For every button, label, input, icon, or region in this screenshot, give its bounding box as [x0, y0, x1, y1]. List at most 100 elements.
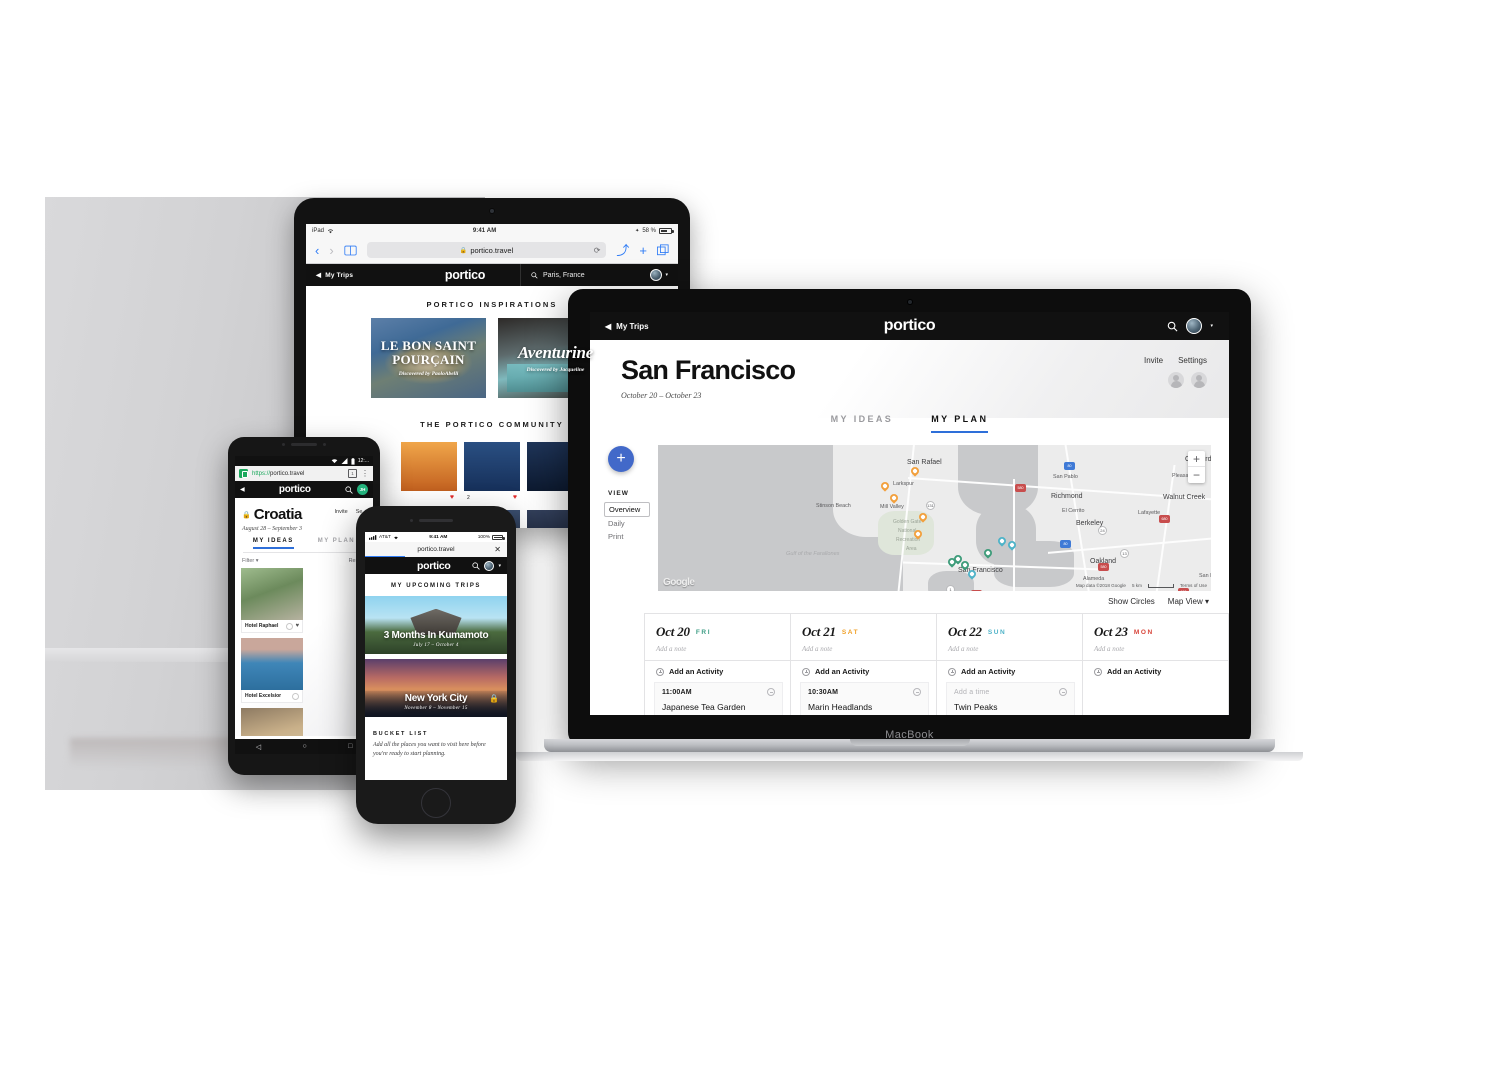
activity-time[interactable]: 10:30AM [808, 689, 838, 696]
tab-my-ideas[interactable]: MY IDEAS [831, 414, 894, 433]
map-pin-teal[interactable] [996, 535, 1008, 548]
activity-time[interactable]: Add a time [954, 689, 989, 696]
chevron-left-icon[interactable]: ‹ [315, 244, 319, 257]
ipad-logo[interactable]: portico [410, 268, 520, 282]
view-option-daily[interactable]: Daily [604, 517, 658, 530]
chevron-down-icon[interactable]: ▾ [498, 563, 501, 569]
tab-my-plan[interactable]: MY PLAN [318, 538, 355, 549]
view-option-overview[interactable]: Overview [604, 502, 650, 517]
reload-icon[interactable]: ⟳ [594, 246, 601, 255]
close-icon[interactable]: ✕ [494, 545, 501, 554]
add-note-input[interactable]: Add a note [802, 645, 926, 653]
trip-map[interactable]: San Rafael San Pablo Richmond Larkspur El Ce… [658, 445, 1211, 591]
add-activity-button[interactable]: Add an Activity [937, 660, 1082, 682]
inspiration-card[interactable]: LE BON SAINT POURÇAIN Discovered by Paol… [371, 318, 486, 398]
settings-button[interactable]: Settings [1178, 356, 1207, 365]
ipad-search-input[interactable]: Paris, France [520, 264, 650, 286]
activity-item[interactable]: Add a time Twin Peaks [946, 682, 1075, 715]
triangle-back-icon[interactable]: ◁ [256, 743, 261, 751]
add-activity-button[interactable]: Add an Activity [1083, 660, 1228, 682]
activity-item[interactable]: 10:30AM Marin Headlands [800, 682, 929, 715]
remove-activity-icon[interactable] [913, 688, 921, 696]
show-circles-toggle[interactable]: Show Circles [1108, 597, 1155, 606]
map-pin-teal[interactable] [966, 568, 978, 581]
heart-icon[interactable]: ♥ [513, 494, 517, 501]
ipad-account-menu[interactable]: ▾ [650, 269, 678, 281]
trip-card-name: New York City [404, 693, 468, 704]
search-icon[interactable] [1167, 321, 1178, 332]
community-card-likes: 2 [467, 494, 470, 501]
idea-card[interactable]: Proto ♥ [241, 708, 303, 736]
map-terms-link[interactable]: Terms of Use [1180, 583, 1207, 588]
circle-home-icon[interactable]: ○ [302, 743, 306, 750]
remove-activity-icon[interactable] [767, 688, 775, 696]
search-icon[interactable] [345, 485, 353, 494]
android-logo[interactable]: portico [245, 484, 345, 495]
iphone-battery-label: 100% [477, 534, 490, 540]
trip-card[interactable]: 3 Months In Kumamoto July 17 – October 4 [365, 596, 507, 654]
add-note-input[interactable]: Add a note [948, 645, 1072, 653]
remove-activity-icon[interactable] [1059, 688, 1067, 696]
plus-icon[interactable]: + [639, 244, 647, 257]
minus-circle-icon[interactable] [286, 622, 294, 630]
add-activity-button[interactable]: Add an Activity [791, 660, 936, 682]
map-pin-orange[interactable] [912, 528, 924, 541]
app-logo[interactable]: portico [790, 317, 1029, 335]
filter-dropdown[interactable]: Filter ▾ [242, 558, 259, 564]
search-icon[interactable] [472, 561, 481, 570]
view-option-print[interactable]: Print [604, 530, 658, 543]
add-activity-button[interactable]: Add an Activity [645, 660, 790, 682]
community-card[interactable]: ♥ [401, 442, 457, 504]
tabs-icon[interactable] [657, 244, 669, 256]
collaborator-avatar[interactable] [1168, 372, 1184, 388]
community-card[interactable]: 2 ♥ [464, 442, 520, 504]
avatar[interactable] [484, 560, 495, 571]
map-pin-green[interactable] [982, 547, 994, 560]
chevron-right-icon[interactable]: › [329, 244, 333, 257]
highway-shield-icon: 580 [1015, 484, 1026, 492]
inspiration-card[interactable]: Aventurine Discovered by Jacqueline [498, 318, 613, 398]
back-to-trips-button[interactable]: ◀ My Trips [590, 322, 790, 331]
map-zoom-controls[interactable]: + − [1188, 451, 1205, 483]
address-bar[interactable]: 🔒 portico.travel ⟳ [366, 242, 607, 258]
map-scale-label: 5 km [1131, 583, 1142, 588]
avatar[interactable]: JH [357, 484, 368, 495]
inspiration-title-2: POURÇAIN [392, 352, 465, 367]
zoom-in-button[interactable]: + [1188, 451, 1205, 467]
heart-icon[interactable]: ♥ [295, 623, 299, 629]
iphone-screen: AT&T 9:41 AM 100% portico.travel ✕ porti… [365, 532, 507, 780]
add-button[interactable]: + [608, 446, 634, 472]
avatar[interactable] [1186, 318, 1203, 334]
square-recents-icon[interactable]: □ [348, 743, 352, 750]
activity-item[interactable]: 11:00AM Japanese Tea Garden [654, 682, 783, 715]
map-pin-orange[interactable] [888, 492, 900, 505]
chrome-omnibox[interactable]: https://portico.travel 1 ⋮ [235, 466, 373, 481]
minus-circle-icon[interactable] [292, 692, 299, 700]
invite-button[interactable]: Invite [335, 509, 348, 515]
map-pin-orange[interactable] [879, 480, 891, 493]
tab-my-plan[interactable]: MY PLAN [931, 414, 989, 433]
invite-button[interactable]: Invite [1144, 356, 1163, 365]
add-note-input[interactable]: Add a note [656, 645, 780, 653]
map-view-dropdown[interactable]: Map View ▾ [1168, 597, 1209, 606]
iphone-home-button[interactable] [421, 788, 451, 818]
iphone-address-bar[interactable]: portico.travel ✕ [365, 542, 507, 557]
activity-time[interactable]: 11:00AM [662, 689, 692, 696]
heart-icon[interactable]: ♥ [450, 494, 454, 501]
add-note-input[interactable]: Add a note [1094, 645, 1218, 653]
zoom-out-button[interactable]: − [1188, 467, 1205, 483]
map-pin-orange[interactable] [909, 465, 921, 478]
idea-card[interactable]: Hotel Excelsior [241, 638, 303, 703]
idea-card[interactable]: Hotel Raphael ♥ [241, 568, 303, 633]
book-icon[interactable] [344, 245, 357, 256]
trip-card[interactable]: 🔒 New York City November 8 – November 15 [365, 659, 507, 717]
ipad-back-to-trips[interactable]: ◀ My Trips [306, 271, 410, 280]
iphone-logo[interactable]: portico [371, 560, 472, 572]
tab-count-button[interactable]: 1 [348, 469, 357, 478]
share-icon[interactable]: ⤴ [616, 244, 629, 257]
tab-my-ideas[interactable]: MY IDEAS [252, 538, 294, 549]
chevron-down-icon[interactable]: ▾ [1210, 323, 1213, 329]
map-pin-orange[interactable] [917, 511, 929, 524]
map-pin-teal[interactable] [1006, 539, 1018, 552]
collaborator-avatar[interactable] [1191, 372, 1207, 388]
